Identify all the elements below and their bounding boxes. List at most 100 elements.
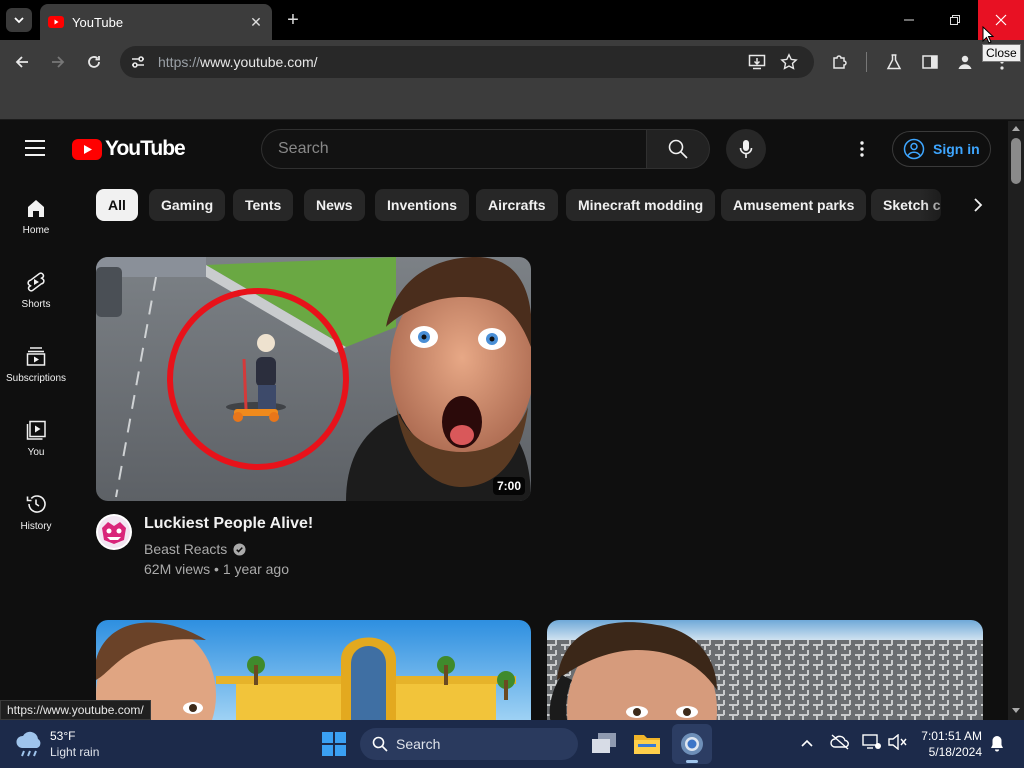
url-text: https://www.youtube.com/	[158, 54, 318, 70]
voice-search-button[interactable]	[726, 129, 766, 169]
chip-inventions[interactable]: Inventions	[375, 189, 470, 221]
tab-close-icon[interactable]: ✕	[248, 14, 264, 30]
speaker-muted-icon	[888, 733, 907, 751]
chevron-right-icon	[974, 198, 983, 212]
address-bar[interactable]: https://www.youtube.com/	[120, 46, 814, 78]
flask-icon	[886, 54, 902, 70]
logo-text: YouTube	[105, 137, 186, 160]
clock-date[interactable]: 5/18/2024	[918, 745, 982, 759]
arrow-right-icon	[52, 56, 65, 68]
install-app-icon[interactable]	[748, 53, 766, 71]
close-tooltip: Close	[982, 44, 1021, 62]
sign-in-button[interactable]: Sign in	[892, 131, 991, 167]
weather-widget[interactable]	[14, 730, 44, 763]
page-scrollbar[interactable]	[1008, 121, 1024, 720]
guide-menu-button[interactable]	[24, 139, 46, 162]
shorts-icon	[27, 272, 45, 292]
active-app-indicator	[686, 760, 698, 763]
file-explorer-button[interactable]	[634, 732, 660, 759]
guide-item-history[interactable]: History	[0, 493, 72, 567]
start-button[interactable]	[322, 732, 346, 761]
chips-next-button[interactable]	[966, 193, 990, 217]
chip-aircrafts[interactable]: Aircrafts	[476, 189, 558, 221]
scroll-down-icon[interactable]	[1012, 708, 1020, 714]
side-panel-button[interactable]	[918, 50, 942, 74]
guide-label-history: History	[20, 521, 52, 532]
back-button[interactable]	[10, 50, 34, 74]
bookmark-star-icon[interactable]	[780, 53, 798, 71]
channel-avatar[interactable]	[96, 514, 132, 550]
new-tab-button[interactable]: +	[282, 9, 304, 31]
guide-item-you[interactable]: You	[0, 419, 72, 493]
video-title[interactable]: Luckiest People Alive!	[144, 515, 313, 533]
guide-item-subscriptions[interactable]: Subscriptions	[0, 345, 72, 419]
meta-separator: •	[210, 561, 223, 577]
chrome-taskbar-button[interactable]	[672, 724, 712, 764]
reload-button[interactable]	[82, 50, 106, 74]
profile-button[interactable]	[953, 50, 977, 74]
microphone-icon	[739, 140, 753, 158]
tab-title: YouTube	[72, 14, 124, 30]
chip-all[interactable]: All	[96, 189, 138, 221]
video-thumbnail[interactable]: 7:00	[96, 257, 531, 501]
channel-name[interactable]: Beast Reacts	[144, 541, 227, 557]
chip-amusement-parks[interactable]: Amusement parks	[721, 189, 867, 221]
show-hidden-icons-button[interactable]	[800, 736, 814, 755]
folder-icon	[634, 735, 660, 754]
guide-item-shorts[interactable]: Shorts	[0, 271, 72, 345]
site-info-icon[interactable]	[130, 54, 146, 70]
labs-button[interactable]	[882, 50, 906, 74]
side-panel-icon	[922, 55, 938, 69]
notifications-button[interactable]	[990, 735, 1004, 757]
clock-time[interactable]: 7:01:51 AM	[918, 729, 982, 743]
chips-fade	[920, 181, 1008, 229]
channel-name-row: Beast Reacts	[144, 541, 246, 557]
reload-icon	[88, 56, 100, 68]
youtube-logo[interactable]: YouTube	[72, 137, 186, 161]
scroll-up-icon[interactable]	[1012, 125, 1020, 131]
youtube-page: YouTube Search Sign in All Gaming Tents …	[0, 121, 1024, 720]
task-view-icon	[592, 733, 616, 753]
kebab-menu-icon	[860, 141, 864, 157]
chip-gaming[interactable]: Gaming	[149, 189, 226, 221]
video-views: 62M views	[144, 561, 211, 577]
taskbar-search[interactable]: Search	[360, 728, 578, 760]
search-button[interactable]	[646, 129, 710, 169]
onedrive-button[interactable]	[830, 734, 850, 755]
settings-menu-button[interactable]	[860, 141, 864, 162]
extensions-button[interactable]	[828, 50, 852, 74]
restore-button[interactable]	[932, 0, 978, 40]
browser-toolbar: https://www.youtube.com/	[0, 40, 1024, 84]
forward-button[interactable]	[46, 50, 70, 74]
close-icon	[995, 14, 1007, 26]
tab-search-button[interactable]	[6, 8, 32, 32]
search-placeholder: Search	[278, 140, 329, 157]
chip-tents[interactable]: Tents	[233, 189, 294, 221]
scrollbar-thumb[interactable]	[1011, 138, 1021, 184]
rain-cloud-icon	[16, 731, 41, 757]
guide-item-home[interactable]: Home	[0, 197, 72, 271]
you-icon	[26, 420, 46, 440]
video-duration: 7:00	[492, 477, 525, 495]
task-view-button[interactable]	[592, 733, 616, 760]
chip-minecraft-modding[interactable]: Minecraft modding	[566, 189, 716, 221]
windows-logo-icon	[322, 732, 346, 756]
mouse-cursor-icon	[982, 26, 994, 44]
video-thumbnail-2[interactable]	[96, 620, 531, 720]
arrow-left-icon	[15, 56, 28, 68]
status-bubble-url: https://www.youtube.com/	[0, 700, 151, 720]
windows-taskbar: 53°F Light rain Search 7:01:51 AM 5/18/2…	[0, 720, 1024, 768]
person-icon	[958, 55, 972, 69]
browser-tab-youtube[interactable]: YouTube ✕	[40, 4, 272, 40]
chip-news[interactable]: News	[304, 189, 365, 221]
minimize-button[interactable]	[886, 0, 932, 40]
volume-button[interactable]	[888, 733, 908, 755]
network-button[interactable]	[862, 734, 882, 755]
guide-label-subscriptions: Subscriptions	[5, 373, 67, 384]
chevron-down-icon	[14, 17, 24, 24]
search-input[interactable]: Search	[261, 129, 647, 169]
sign-in-label: Sign in	[933, 141, 980, 157]
cloud-off-icon	[830, 734, 849, 750]
url-host: www.youtube.com/	[200, 54, 318, 70]
video-thumbnail-3[interactable]	[547, 620, 983, 720]
